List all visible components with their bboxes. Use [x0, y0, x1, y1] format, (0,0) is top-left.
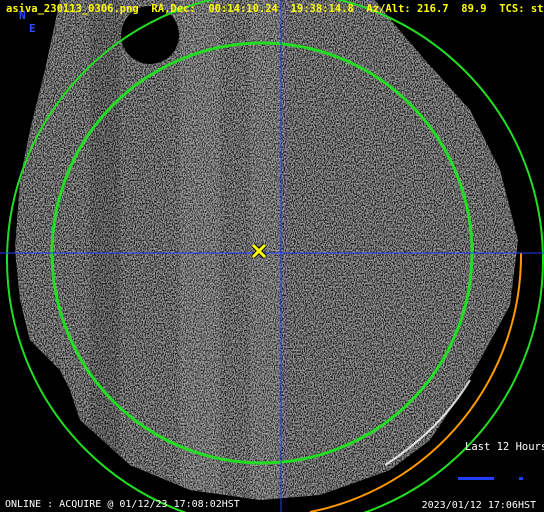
legend-dot: [519, 477, 523, 480]
azalt-label: Az/Alt:: [366, 3, 411, 15]
all-sky-image: [0, 0, 544, 512]
az-value: 216.7: [417, 3, 449, 15]
status-online: ONLINE : ACQUIRE @ 01/12/23 17:08:02HST: [5, 499, 240, 510]
status-timestamp: 2023/01/12 17:06HST: [421, 500, 536, 511]
ra-value: 00:14:10.24: [208, 3, 278, 15]
header-bar: asiva_230113_0306.png RA,Dec: 00:14:10.2…: [6, 3, 544, 15]
legend-label: Last 12 Hours: [465, 441, 544, 453]
filename: asiva_230113_0306.png: [6, 3, 139, 15]
sky-field: [15, 0, 518, 500]
tcs-state: stop: [530, 3, 544, 15]
legend-swatch: [458, 477, 494, 480]
compass-north: N: [19, 9, 26, 22]
dec-value: 19:38:14.8: [290, 3, 354, 15]
alt-value: 89.9: [461, 3, 487, 15]
compass-east: E: [29, 22, 36, 35]
tcs-label: TCS:: [499, 3, 525, 15]
radec-label: RA,Dec:: [151, 3, 196, 15]
